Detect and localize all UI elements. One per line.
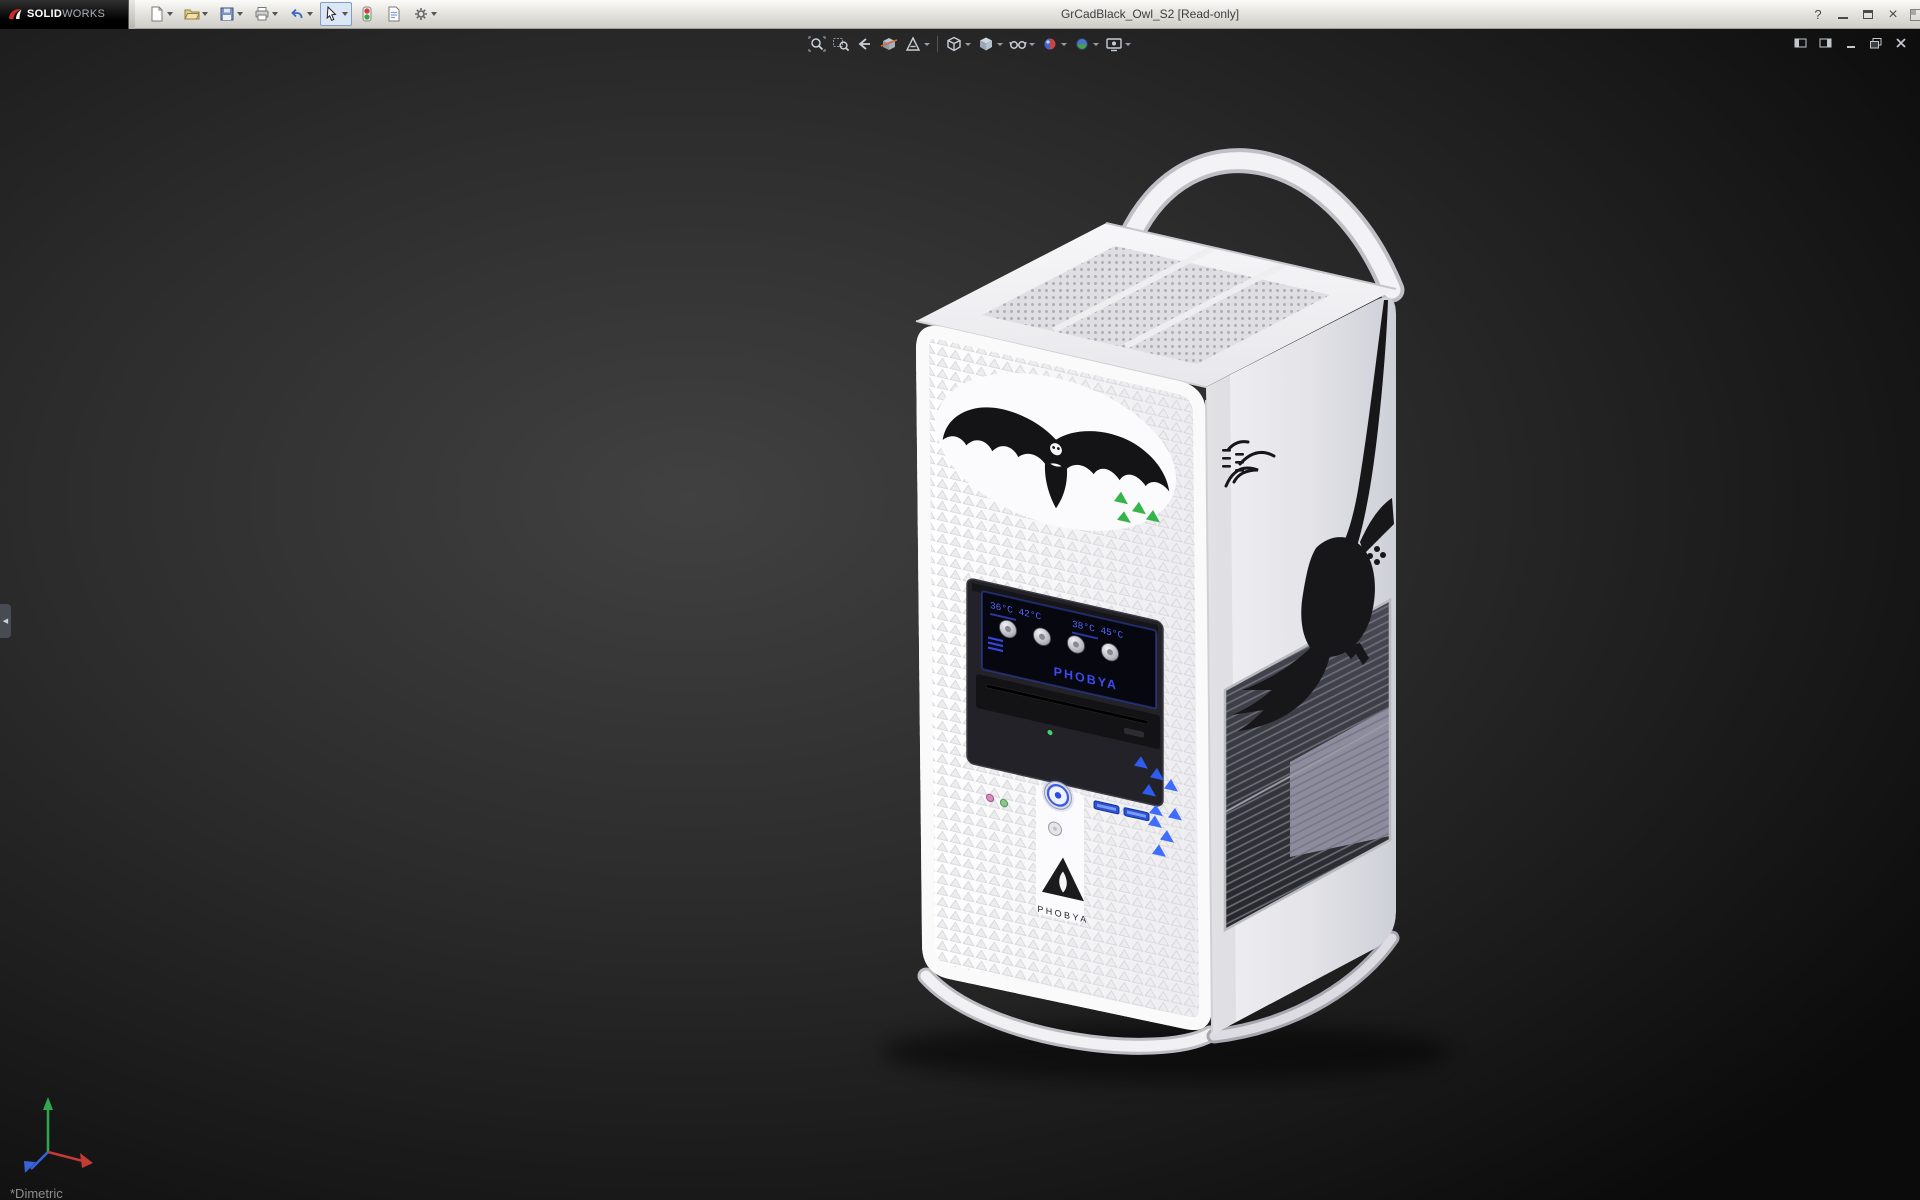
file-properties-icon <box>386 6 402 22</box>
previous-window-icon <box>1794 37 1808 49</box>
close-window-icon <box>1894 37 1908 49</box>
previous-window-button[interactable] <box>1794 37 1808 49</box>
file-properties-button[interactable] <box>382 2 406 26</box>
restore-window-button[interactable] <box>1869 37 1883 49</box>
view-orientation-button[interactable] <box>943 34 973 54</box>
undo-button[interactable] <box>285 2 317 26</box>
chevron-down-icon <box>307 12 313 16</box>
scene-globe-icon <box>1073 36 1091 52</box>
open-folder-icon <box>184 6 200 22</box>
solidworks-logo-icon <box>6 6 23 22</box>
maximize-button[interactable] <box>1860 7 1876 23</box>
zoom-to-fit-icon <box>808 36 826 52</box>
chevron-down-icon <box>237 12 243 16</box>
case-model[interactable]: 36°C 42°C 38°C 45°C <box>880 161 1450 1082</box>
appearance-ball-icon <box>1041 36 1059 52</box>
document-window-controls <box>1794 37 1908 49</box>
feature-manager-collapsed-tab[interactable]: ◀ <box>0 604 11 638</box>
restore-window-icon <box>1869 37 1883 49</box>
maximize-icon <box>1863 10 1873 19</box>
zoom-to-fit-button[interactable] <box>806 34 828 54</box>
chevron-down-icon <box>924 43 930 46</box>
solidworks-logo: SOLIDWORKS <box>0 0 128 29</box>
chevron-down-icon <box>1029 43 1035 46</box>
options-button[interactable] <box>409 2 441 26</box>
print-button[interactable] <box>250 2 282 26</box>
chevron-down-icon <box>431 12 437 16</box>
gear-icon <box>413 6 429 22</box>
section-view-button[interactable] <box>878 34 900 54</box>
rebuild-icon <box>359 6 375 22</box>
quick-access-toolbar <box>135 2 441 26</box>
glasses-icon <box>1009 36 1027 52</box>
print-icon <box>254 6 270 22</box>
toolbar-separator <box>937 36 938 52</box>
display-style-button[interactable] <box>975 34 1005 54</box>
view-orientation-icon <box>945 36 963 52</box>
annotation-views-button[interactable] <box>902 34 932 54</box>
chevron-down-icon <box>202 12 208 16</box>
close-window-button[interactable] <box>1894 37 1908 49</box>
chevron-down-icon <box>1061 43 1067 46</box>
heads-up-view-toolbar <box>806 34 1133 54</box>
new-document-button[interactable] <box>145 2 177 26</box>
window-buttons: ? × <box>1810 0 1920 29</box>
chevron-down-icon <box>965 43 971 46</box>
previous-view-icon <box>856 36 874 52</box>
minimize-window-icon <box>1844 37 1858 49</box>
model-3d-view[interactable]: 36°C 42°C 38°C 45°C <box>0 29 1920 1200</box>
document-title: GrCadBlack_Owl_S2 [Read-only] <box>1061 7 1239 21</box>
undo-icon <box>289 6 305 22</box>
minimize-button[interactable] <box>1835 7 1851 23</box>
minimize-window-button[interactable] <box>1844 37 1858 49</box>
resources-icon <box>1910 9 1920 21</box>
minimize-icon <box>1838 10 1848 19</box>
solidworks-window: SOLIDWORKS <box>0 0 1920 1200</box>
hide-show-items-button[interactable] <box>1007 34 1037 54</box>
chevron-down-icon <box>342 12 348 16</box>
chevron-down-icon <box>1125 43 1131 46</box>
open-button[interactable] <box>180 2 212 26</box>
edit-appearance-button[interactable] <box>1039 34 1069 54</box>
display-style-icon <box>977 36 995 52</box>
graphics-area[interactable]: 36°C 42°C 38°C 45°C <box>0 29 1920 1200</box>
chevron-down-icon <box>272 12 278 16</box>
brand-text: SOLIDWORKS <box>27 8 105 20</box>
previous-view-button[interactable] <box>854 34 876 54</box>
select-button[interactable] <box>320 2 352 26</box>
chevron-down-icon <box>167 12 173 16</box>
save-button[interactable] <box>215 2 247 26</box>
chevron-down-icon <box>1093 43 1099 46</box>
titlebar-separator <box>128 0 135 29</box>
annotation-views-icon <box>904 36 922 52</box>
view-settings-icon <box>1105 36 1123 52</box>
front-panel: 36°C 42°C 38°C 45°C <box>910 300 1222 1045</box>
next-window-icon <box>1819 37 1833 49</box>
titlebar: SOLIDWORKS <box>0 0 1920 29</box>
next-window-button[interactable] <box>1819 37 1833 49</box>
select-arrow-icon <box>324 6 340 22</box>
rebuild-button[interactable] <box>355 2 379 26</box>
view-settings-button[interactable] <box>1103 34 1133 54</box>
view-orientation-label: *Dimetric <box>10 1186 63 1200</box>
zoom-to-area-button[interactable] <box>830 34 852 54</box>
chevron-down-icon <box>997 43 1003 46</box>
new-document-icon <box>149 6 165 22</box>
zoom-to-area-icon <box>832 36 850 52</box>
apply-scene-button[interactable] <box>1071 34 1101 54</box>
close-button[interactable]: × <box>1885 7 1901 23</box>
save-icon <box>219 6 235 22</box>
side-panel <box>1206 297 1396 1035</box>
section-view-icon <box>880 36 898 52</box>
help-button[interactable]: ? <box>1810 7 1826 23</box>
